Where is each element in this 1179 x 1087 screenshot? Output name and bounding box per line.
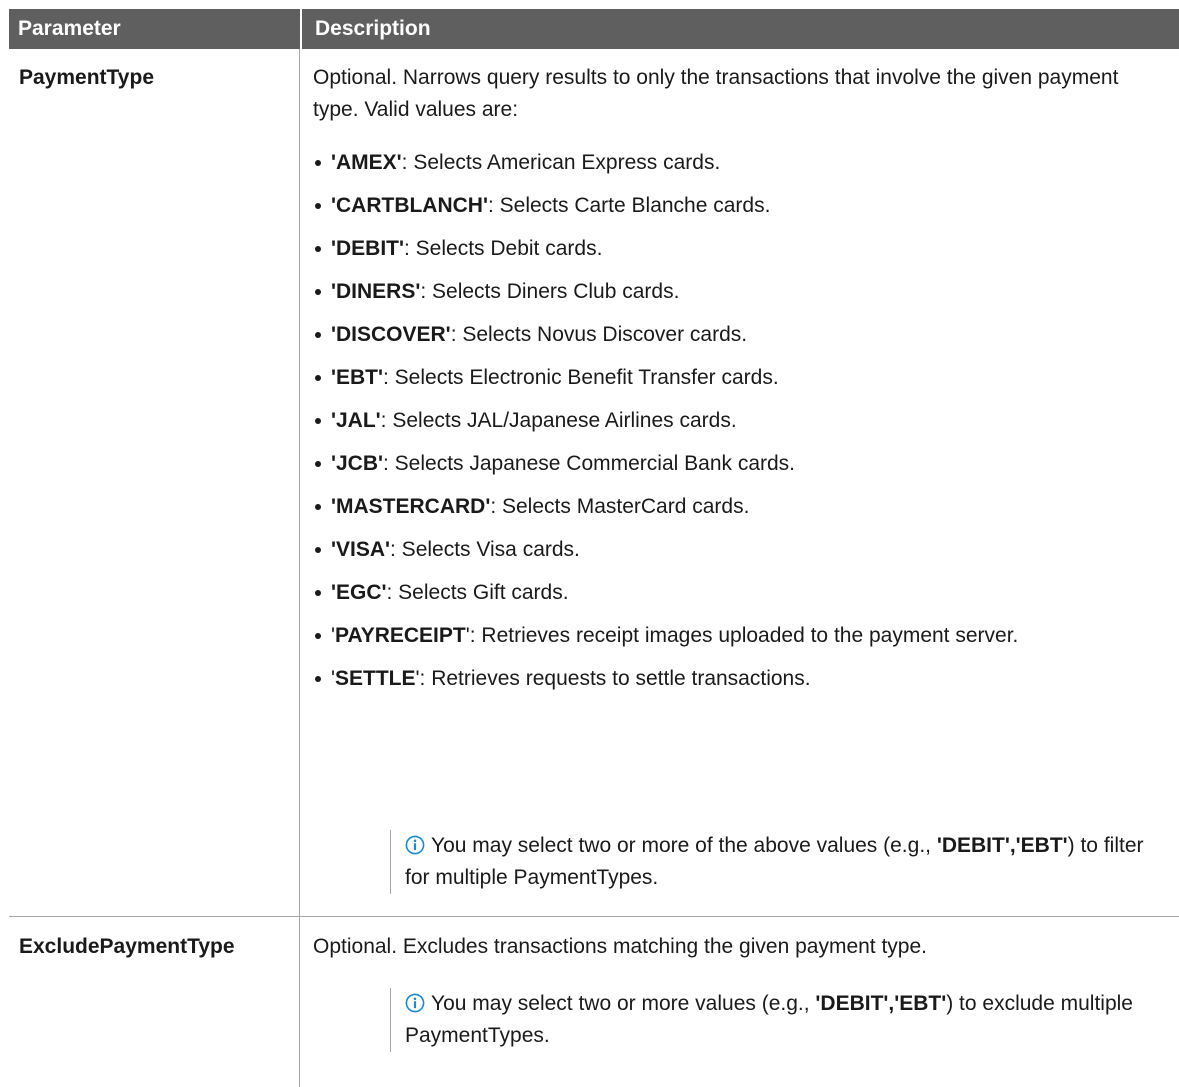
- payment-type-values-list: 'AMEX': Selects American Express cards. …: [313, 147, 1153, 706]
- bullet-icon: [315, 375, 321, 381]
- param-name-excludepaymenttype: ExcludePaymentType: [19, 935, 235, 958]
- value-text: : Selects MasterCard cards.: [490, 495, 750, 518]
- list-item: 'JCB': Selects Japanese Commercial Bank …: [313, 448, 1153, 480]
- info-icon: [405, 835, 425, 855]
- bullet-icon: [315, 203, 321, 209]
- info-note-paymenttype: You may select two or more of the above …: [390, 830, 1145, 894]
- value-text: : Selects Carte Blanche cards.: [487, 194, 771, 217]
- value-code: 'CARTBLANCH': [331, 194, 488, 217]
- note-prefix: You may select two or more of the above …: [431, 834, 937, 857]
- value-code: 'DINERS': [331, 280, 421, 303]
- value-text: : Selects Electronic Benefit Transfer ca…: [383, 366, 779, 389]
- bullet-icon: [315, 418, 321, 424]
- value-text: : Selects JAL/Japanese Airlines cards.: [380, 409, 737, 432]
- value-code: 'EBT': [331, 366, 383, 389]
- header-description: Description: [300, 9, 431, 49]
- list-item: 'PAYRECEIPT': Retrieves receipt images u…: [313, 620, 1153, 652]
- value-text: : Selects Novus Discover cards.: [450, 323, 748, 346]
- column-divider: [299, 49, 300, 1087]
- list-item: 'DEBIT': Selects Debit cards.: [313, 233, 1153, 265]
- value-code: PAYRECEIPT: [335, 624, 466, 647]
- value-text: : Retrieves requests to settle transacti…: [419, 667, 811, 690]
- info-note-excludepaymenttype: You may select two or more values (e.g.,…: [390, 988, 1145, 1052]
- list-item: 'CARTBLANCH': Selects Carte Blanche card…: [313, 190, 1153, 222]
- value-text: : Selects Debit cards.: [404, 237, 603, 260]
- list-item: 'AMEX': Selects American Express cards.: [313, 147, 1153, 179]
- list-item: 'DINERS': Selects Diners Club cards.: [313, 276, 1153, 308]
- bullet-icon: [315, 676, 321, 682]
- bullet-icon: [315, 160, 321, 166]
- value-code: 'VISA': [331, 538, 391, 561]
- list-item: 'EGC': Selects Gift cards.: [313, 577, 1153, 609]
- bullet-icon: [315, 504, 321, 510]
- list-item: 'VISA': Selects Visa cards.: [313, 534, 1153, 566]
- value-code: 'EGC': [331, 581, 387, 604]
- table-header: Parameter Description: [9, 9, 1179, 49]
- list-item: 'SETTLE': Retrieves requests to settle t…: [313, 663, 1153, 695]
- value-text: : Selects American Express cards.: [401, 151, 721, 174]
- value-text: : Selects Visa cards.: [390, 538, 580, 561]
- value-text: : Selects Japanese Commercial Bank cards…: [383, 452, 796, 475]
- bullet-icon: [315, 461, 321, 467]
- bullet-icon: [315, 633, 321, 639]
- value-code: 'MASTERCARD': [331, 495, 491, 518]
- param-description-paymenttype: Optional. Narrows query results to only …: [313, 66, 1119, 121]
- bullet-icon: [315, 547, 321, 553]
- list-item: 'DISCOVER': Selects Novus Discover cards…: [313, 319, 1153, 351]
- param-name-paymenttype: PaymentType: [19, 66, 154, 89]
- bullet-icon: [315, 289, 321, 295]
- list-item: 'MASTERCARD': Selects MasterCard cards.: [313, 491, 1153, 523]
- value-code: 'AMEX': [331, 151, 402, 174]
- value-text: : Retrieves receipt images uploaded to t…: [469, 624, 1019, 647]
- header-parameter: Parameter: [18, 17, 121, 40]
- value-code: SETTLE: [335, 667, 416, 690]
- note-example: 'DEBIT','EBT': [936, 834, 1068, 857]
- list-item: 'EBT': Selects Electronic Benefit Transf…: [313, 362, 1153, 394]
- param-description-excludepaymenttype: Optional. Excludes transactions matching…: [313, 935, 928, 958]
- note-prefix: You may select two or more values (e.g.,: [431, 992, 816, 1015]
- bullet-icon: [315, 246, 321, 252]
- value-code: 'DISCOVER': [331, 323, 451, 346]
- bullet-icon: [315, 590, 321, 596]
- row-divider: [9, 916, 1179, 917]
- value-text: : Selects Gift cards.: [386, 581, 569, 604]
- value-text: : Selects Diners Club cards.: [420, 280, 680, 303]
- value-code: 'JAL': [331, 409, 381, 432]
- info-icon: [405, 993, 425, 1013]
- note-example: 'DEBIT','EBT': [815, 992, 947, 1015]
- value-code: 'JCB': [331, 452, 383, 475]
- value-code: 'DEBIT': [331, 237, 404, 260]
- list-item: 'JAL': Selects JAL/Japanese Airlines car…: [313, 405, 1153, 437]
- bullet-icon: [315, 332, 321, 338]
